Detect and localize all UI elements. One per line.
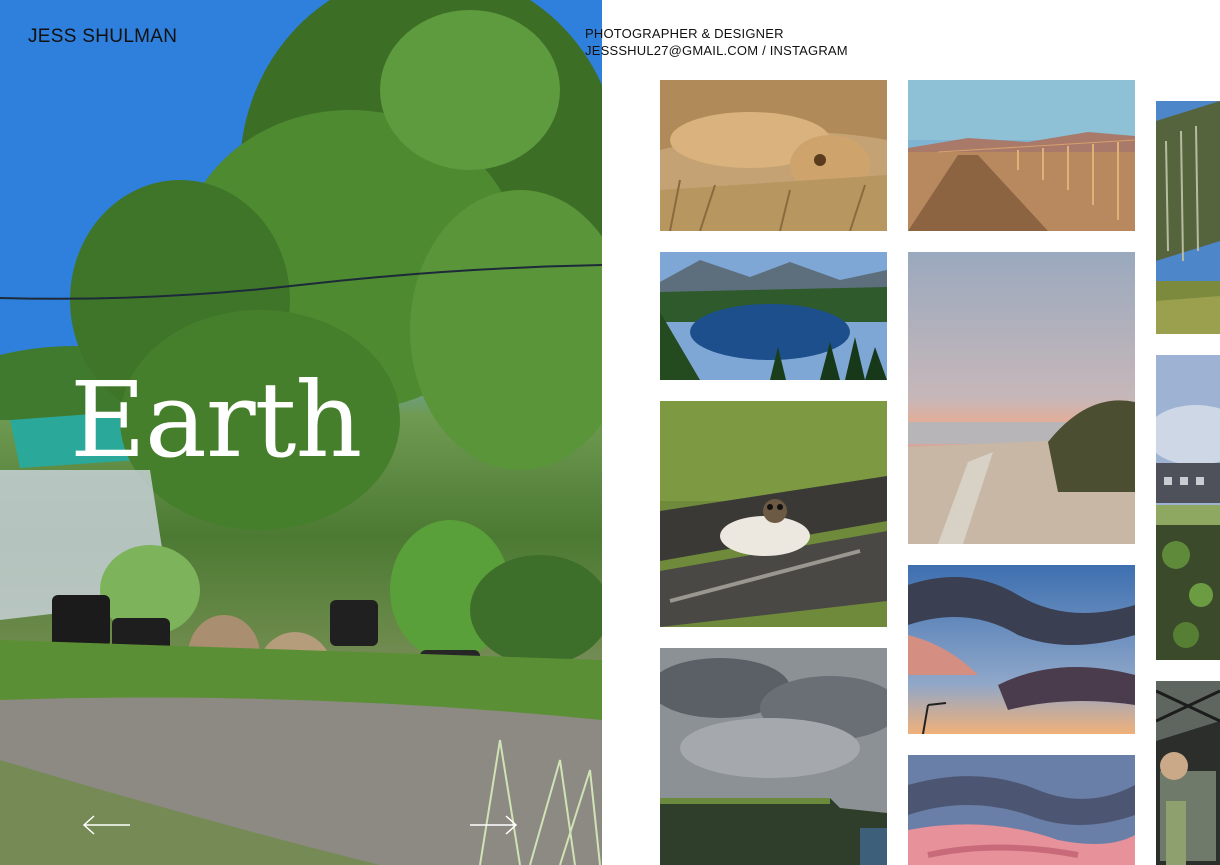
site-name[interactable]: JESS SHULMAN [28, 26, 177, 48]
lion-image [660, 80, 887, 231]
spider-image [660, 401, 887, 627]
photo-greenhouse[interactable] [1156, 681, 1220, 865]
photo-desert-fence[interactable] [908, 80, 1135, 231]
prev-slide-button[interactable] [80, 812, 134, 838]
photo-spider[interactable] [660, 401, 887, 627]
desert-image [908, 80, 1135, 231]
contact-info: PHOTOGRAPHER & DESIGNER JESSSHUL27@GMAIL… [585, 26, 848, 59]
photo-pink-clouds[interactable] [908, 755, 1135, 865]
photo-mossy-tree[interactable] [1156, 101, 1220, 334]
beach-image [908, 252, 1135, 544]
photo-sunset-beach[interactable] [908, 252, 1135, 544]
separator: / [762, 42, 766, 58]
email-link[interactable]: JESSSHUL27@GMAIL.COM [585, 43, 758, 58]
garden-image [1156, 355, 1220, 660]
photo-mountain-lake[interactable] [660, 252, 887, 380]
next-slide-button[interactable] [466, 812, 520, 838]
mossy-tree-image [1156, 101, 1220, 334]
photo-garden-house[interactable] [1156, 355, 1220, 660]
role-text: PHOTOGRAPHER & DESIGNER [585, 26, 784, 41]
photo-cliffs[interactable] [660, 648, 887, 865]
lake-image [660, 252, 887, 380]
greenhouse-image [1156, 681, 1220, 865]
hero-title: Earth [70, 359, 362, 481]
sunset-clouds-image [908, 565, 1135, 734]
cliffs-image [660, 648, 887, 865]
arrow-left-icon [82, 815, 130, 835]
instagram-link[interactable]: INSTAGRAM [770, 43, 848, 58]
arrow-right-icon [470, 815, 518, 835]
hero-slideshow: JESS SHULMAN Earth [0, 0, 602, 865]
page: JESS SHULMAN Earth PHOTOGRAPHER & DESIGN… [0, 0, 1220, 865]
photo-lion[interactable] [660, 80, 887, 231]
photo-sunset-clouds[interactable] [908, 565, 1135, 734]
contact-links: JESSSHUL27@GMAIL.COM / INSTAGRAM [585, 43, 848, 60]
pink-clouds-image [908, 755, 1135, 865]
